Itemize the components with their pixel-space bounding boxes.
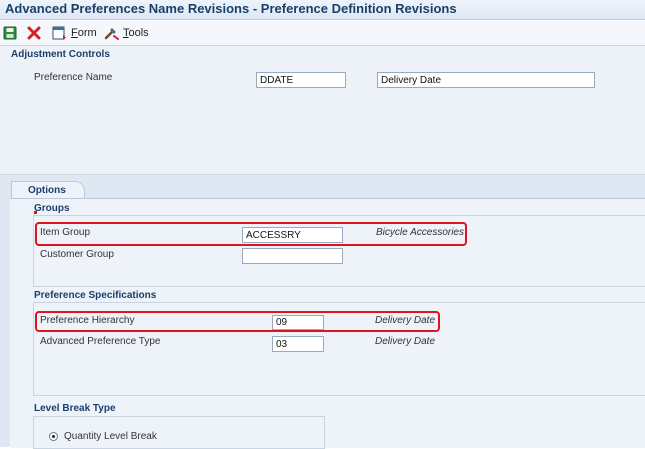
preference-hierarchy-label: Preference Hierarchy <box>40 315 135 326</box>
tab-options[interactable]: Options <box>11 181 85 198</box>
tools-menu-label: Tools <box>123 27 149 39</box>
quantity-level-break-option[interactable]: Quantity Level Break <box>49 431 157 442</box>
customer-group-label: Customer Group <box>40 249 114 260</box>
customer-group-field[interactable] <box>242 248 343 264</box>
advanced-preference-type-field[interactable] <box>272 336 324 352</box>
preference-specifications-heading: Preference Specifications <box>34 290 157 301</box>
level-break-type-heading: Level Break Type <box>34 403 116 414</box>
save-button[interactable] <box>3 24 17 42</box>
close-icon <box>27 26 41 40</box>
form-icon <box>52 26 66 40</box>
preference-description-field[interactable] <box>377 72 595 88</box>
advanced-preference-type-description: Delivery Date <box>375 336 436 347</box>
required-marker <box>34 211 37 214</box>
item-group-label: Item Group <box>40 227 91 238</box>
advanced-preference-type-label: Advanced Preference Type <box>40 336 161 347</box>
groups-heading: Groups <box>34 203 70 214</box>
quantity-level-break-label: Quantity Level Break <box>64 431 157 442</box>
adjustment-controls-heading: Adjustment Controls <box>11 49 110 60</box>
tools-icon <box>104 28 119 40</box>
toolbar: Form Tools <box>0 21 645 46</box>
window-title: Advanced Preferences Name Revisions - Pr… <box>0 0 645 20</box>
close-button[interactable] <box>27 24 41 42</box>
item-group-description: Bicycle Accessories <box>376 227 464 238</box>
preference-name-label: Preference Name <box>34 72 113 83</box>
preference-hierarchy-description: Delivery Date <box>375 315 436 326</box>
tools-menu[interactable]: Tools <box>104 24 149 42</box>
preference-hierarchy-field[interactable] <box>272 315 324 330</box>
form-menu[interactable]: Form <box>52 24 97 42</box>
save-icon <box>3 26 17 40</box>
item-group-field[interactable] <box>242 227 343 243</box>
form-menu-label: Form <box>71 27 97 39</box>
radio-button-selected[interactable] <box>49 432 58 441</box>
adjustment-controls-panel <box>0 46 645 175</box>
preference-name-field[interactable] <box>256 72 346 88</box>
